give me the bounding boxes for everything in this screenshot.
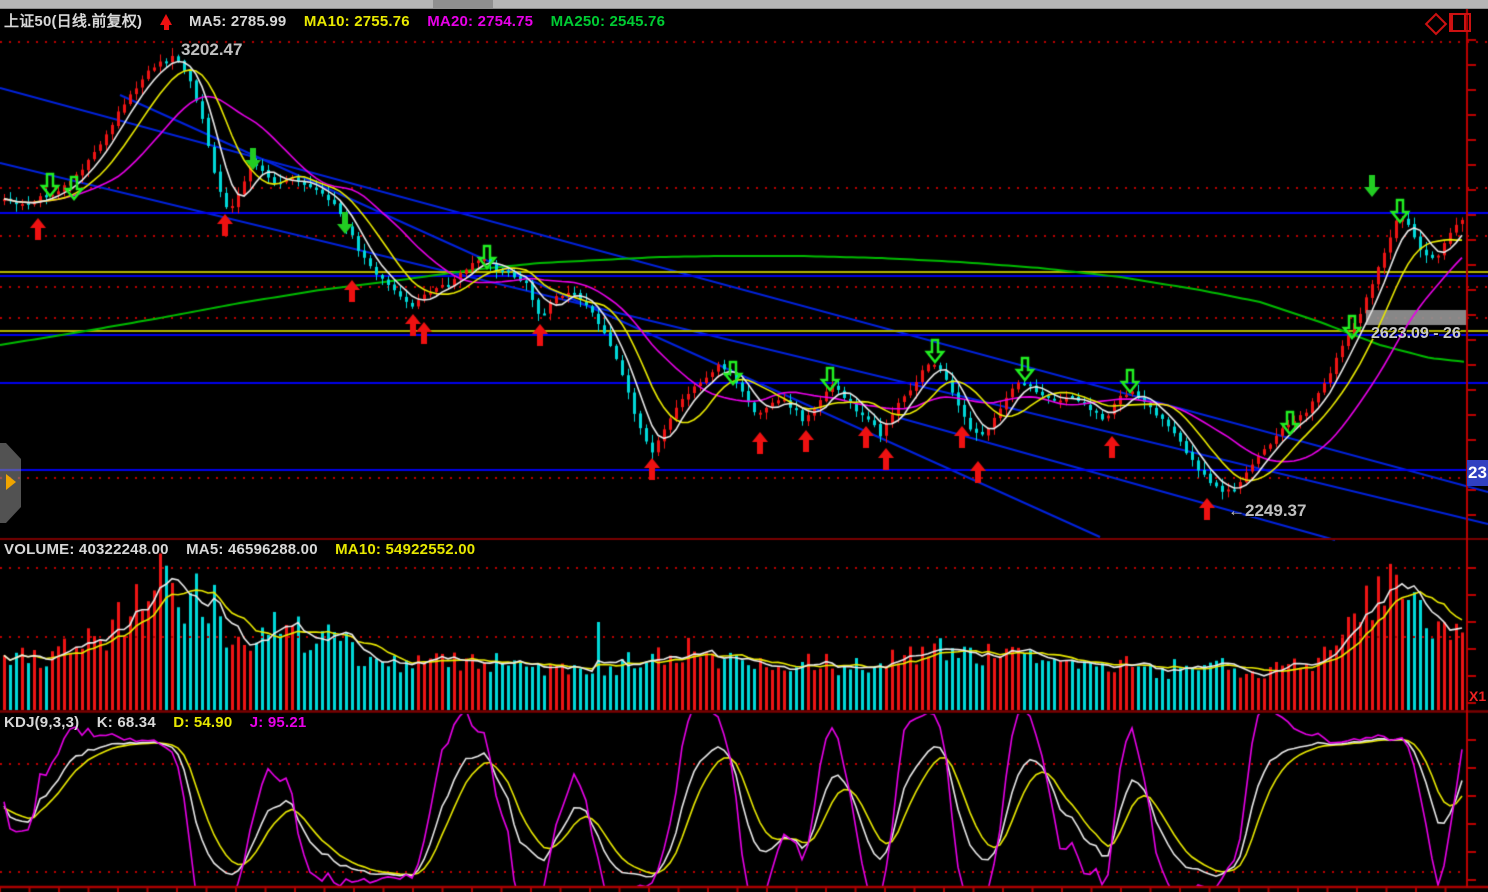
low-price-label: ←2249.37 xyxy=(1228,501,1306,521)
ma20-value: MA20: 2754.75 xyxy=(427,13,533,30)
top-scroll-strip[interactable] xyxy=(0,0,1488,9)
window-restore-icon[interactable] xyxy=(1449,13,1471,32)
ma250-value: MA250: 2545.76 xyxy=(551,13,666,30)
kdj-header: KDJ(9,3,3) K: 68.34 D: 54.90 J: 95.21 xyxy=(4,714,319,731)
up-arrow-icon xyxy=(160,14,172,25)
kdj-k-value: K: 68.34 xyxy=(97,714,156,731)
symbol-title: 上证50(日线.前复权) xyxy=(4,13,142,30)
scroll-thumb[interactable] xyxy=(433,0,493,8)
kdj-j-value: J: 95.21 xyxy=(250,714,307,731)
ma5-value: MA5: 2785.99 xyxy=(189,13,286,30)
high-price-label: 3202.47 xyxy=(181,40,242,60)
volume-ma10-value: MA10: 54922552.00 xyxy=(335,541,475,558)
chart-canvas[interactable] xyxy=(0,0,1488,892)
price-axis-badge: 23 xyxy=(1467,460,1488,486)
zoom-factor-label: X1 xyxy=(1469,688,1486,704)
expand-arrow-icon xyxy=(6,474,16,490)
trading-app-window: 上证50(日线.前复权) MA5: 2785.99 MA10: 2755.76 … xyxy=(0,0,1488,892)
volume-header: VOLUME: 40322248.00 MA5: 46596288.00 MA1… xyxy=(4,541,488,558)
volume-ma5-value: MA5: 46596288.00 xyxy=(186,541,318,558)
ma10-value: MA10: 2755.76 xyxy=(304,13,410,30)
main-chart-header: 上证50(日线.前复权) MA5: 2785.99 MA10: 2755.76 … xyxy=(4,10,678,31)
kdj-params: KDJ(9,3,3) xyxy=(4,714,79,731)
kdj-d-value: D: 54.90 xyxy=(173,714,232,731)
trendline-range-label: 2623.09 - 26 xyxy=(1371,325,1465,343)
volume-value: VOLUME: 40322248.00 xyxy=(4,541,169,558)
